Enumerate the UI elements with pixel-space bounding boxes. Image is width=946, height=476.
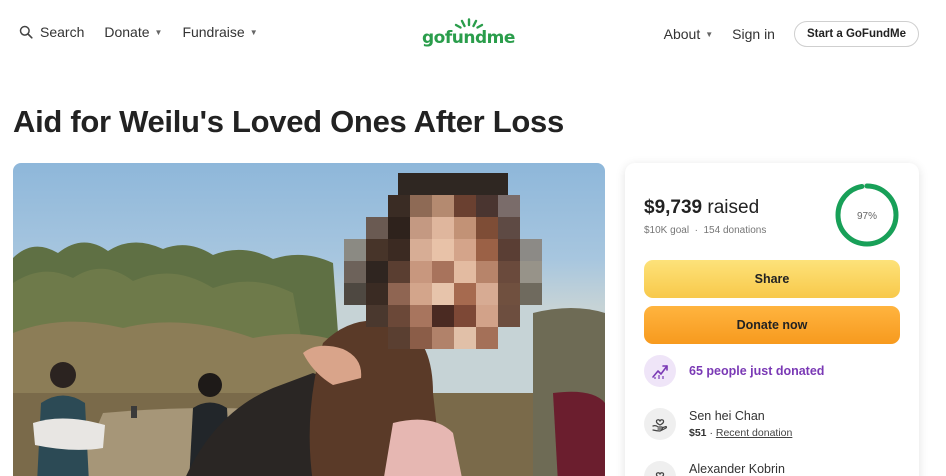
donate-menu[interactable]: Donate ▼ [104,24,162,40]
caret-down-icon: ▼ [154,27,163,37]
donor-name: Sen hei Chan [689,409,765,423]
gofundme-logo[interactable]: gofundme [422,18,515,50]
page-title: Aid for Weilu's Loved Ones After Loss [13,104,564,139]
separator-dot: · [691,225,704,236]
search-icon [19,25,33,39]
donor-meta: $51 · Recent donation [689,427,792,439]
donation-count: 154 donations [703,225,767,236]
search-label: Search [40,24,85,40]
search-link[interactable]: Search [19,24,84,40]
progress-percent: 97% [857,211,877,222]
nav-right: About ▼ Sign in Start a GoFundMe [664,21,919,47]
donor-item: Sen hei Chan $51 · Recent donation [644,408,792,440]
donation-card: $9,739 raised $10K goal · 154 donations … [625,163,919,476]
raised-suffix: raised [702,197,760,218]
progress-ring: 97% [835,183,899,247]
donor-name: Alexander Kobrin [689,462,785,476]
donate-now-button[interactable]: Donate now [644,306,900,344]
raised-amount: $9,739 raised [644,197,759,219]
donor-item: Alexander Kobrin [644,461,785,476]
just-donated-text[interactable]: 65 people just donated [689,364,824,378]
donate-menu-label: Donate [104,24,150,40]
recent-donation-link[interactable]: Recent donation [716,427,792,439]
about-menu[interactable]: About ▼ [664,26,714,42]
raised-value: $9,739 [644,197,703,218]
pixelated-face [344,173,542,349]
share-button-label: Share [754,272,790,286]
goal-line: $10K goal · 154 donations [644,225,766,236]
fundraise-menu-label: Fundraise [182,24,245,40]
goal-amount: $10K goal [644,225,690,236]
signin-link[interactable]: Sign in [732,26,775,42]
campaign-photo-illustration [13,173,605,476]
caret-down-icon: ▼ [705,29,714,39]
site-header: Search Donate ▼ Fundraise ▼ gofundme Abo… [0,0,946,66]
about-menu-label: About [663,26,701,42]
trend-up-icon [644,355,676,387]
start-gofundme-button[interactable]: Start a GoFundMe [793,21,919,47]
fundraise-menu[interactable]: Fundraise ▼ [182,24,257,40]
campaign-photo[interactable] [13,163,605,476]
recent-activity: 65 people just donated [644,355,824,387]
start-gofundme-label: Start a GoFundMe [806,28,906,40]
nav-left: Search Donate ▼ Fundraise ▼ [19,24,278,40]
hands-heart-icon [644,408,676,440]
share-button[interactable]: Share [644,260,900,298]
signin-label: Sign in [732,26,775,42]
logo-text: gofundme [422,28,515,48]
donate-now-label: Donate now [736,318,808,332]
hands-heart-icon [644,461,676,476]
donor-amount: $51 [689,427,707,439]
caret-down-icon: ▼ [249,27,258,37]
